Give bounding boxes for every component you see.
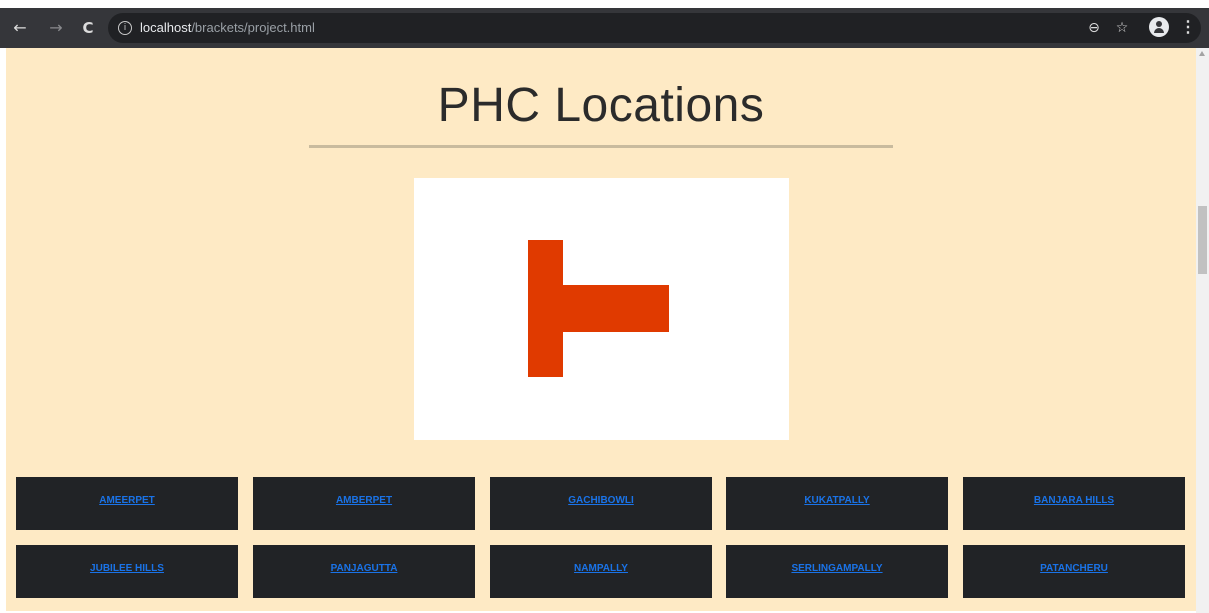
- page-title: PHC Locations: [437, 79, 765, 132]
- location-button-amberpet[interactable]: AMBERPET: [253, 477, 475, 530]
- profile-avatar-icon[interactable]: [1149, 17, 1169, 37]
- menu-icon[interactable]: ⋮: [1180, 8, 1196, 48]
- star-icon[interactable]: ☆: [1111, 13, 1133, 43]
- url-path: /brackets/project.html: [191, 20, 315, 35]
- location-button-ameerpet[interactable]: AMEERPET: [16, 477, 238, 530]
- reload-icon[interactable]: C: [76, 8, 100, 48]
- location-link[interactable]: PATANCHERU: [1040, 563, 1108, 574]
- back-icon[interactable]: ←: [8, 8, 32, 48]
- scrollbar-thumb[interactable]: [1198, 206, 1207, 274]
- location-button-gachibowli[interactable]: GACHIBOWLI: [490, 477, 712, 530]
- location-link[interactable]: AMBERPET: [336, 495, 392, 506]
- vertical-scrollbar[interactable]: [1196, 48, 1209, 613]
- location-button-serlingampally[interactable]: SERLINGAMPALLY: [726, 545, 948, 598]
- location-link[interactable]: BANJARA HILLS: [1034, 495, 1114, 506]
- location-button-jubilee-hills[interactable]: JUBILEE HILLS: [16, 545, 238, 598]
- window-top-strip: [0, 0, 1209, 8]
- location-link[interactable]: GACHIBOWLI: [568, 495, 634, 506]
- address-bar[interactable]: i localhost/brackets/project.html ⊖ ☆: [108, 13, 1201, 43]
- url-host: localhost: [140, 20, 192, 35]
- location-button-nampally[interactable]: NAMPALLY: [490, 545, 712, 598]
- location-link[interactable]: NAMPALLY: [574, 563, 628, 574]
- location-button-kukatpally[interactable]: KUKATPALLY: [726, 477, 948, 530]
- zoom-icon[interactable]: ⊖: [1083, 13, 1105, 43]
- location-link[interactable]: JUBILEE HILLS: [90, 563, 164, 574]
- page-viewport: PHC Locations AMEERPET AMBERPET GACHIBOW…: [6, 48, 1196, 611]
- location-link[interactable]: AMEERPET: [99, 495, 155, 506]
- red-cross-horizontal-bar: [532, 285, 669, 332]
- scroll-up-arrow-icon[interactable]: [1199, 51, 1205, 56]
- location-button-patancheru[interactable]: PATANCHERU: [963, 545, 1185, 598]
- title-divider: [309, 145, 893, 148]
- url-text[interactable]: localhost/brackets/project.html: [140, 13, 315, 43]
- red-cross-logo: [414, 178, 789, 440]
- location-button-banjara-hills[interactable]: BANJARA HILLS: [963, 477, 1185, 530]
- location-link[interactable]: PANJAGUTTA: [331, 563, 398, 574]
- location-button-panjagutta[interactable]: PANJAGUTTA: [253, 545, 475, 598]
- info-icon[interactable]: i: [118, 21, 132, 35]
- forward-icon[interactable]: →: [44, 8, 68, 48]
- location-link[interactable]: SERLINGAMPALLY: [791, 563, 882, 574]
- location-link[interactable]: KUKATPALLY: [804, 495, 869, 506]
